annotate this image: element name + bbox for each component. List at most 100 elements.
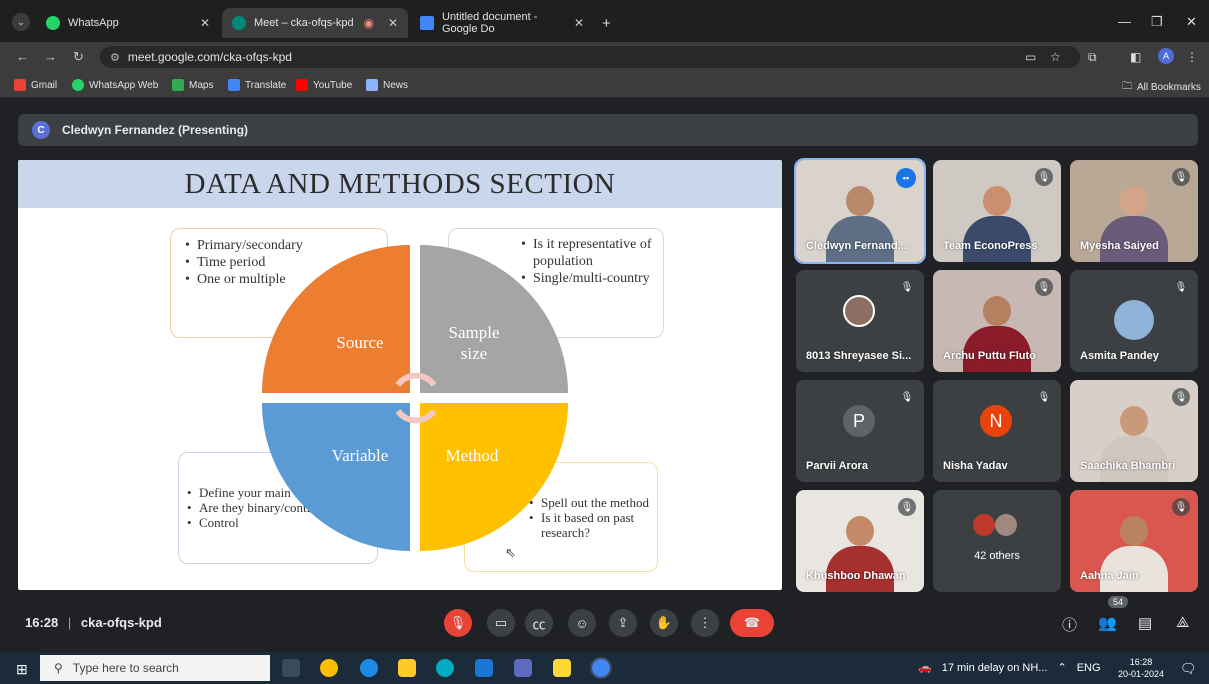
bookmark-news[interactable]: News	[366, 79, 408, 91]
tab-search-button[interactable]: ⌄	[12, 13, 30, 31]
participant-figure	[826, 216, 894, 262]
tab-whatsapp[interactable]: WhatsApp ✕	[36, 8, 220, 38]
slide-title: DATA AND METHODS SECTION	[184, 168, 616, 200]
close-icon[interactable]: ✕	[200, 16, 210, 30]
notification-icon[interactable]: 🗨	[1180, 661, 1197, 677]
bookmark-translate[interactable]: Translate	[228, 79, 286, 91]
mic-off-icon: 🎙	[1172, 498, 1190, 516]
participant-name: Saachika Bhambri	[1080, 460, 1176, 472]
participant-figure	[826, 546, 894, 592]
leave-call-button[interactable]: ☎	[730, 609, 774, 637]
file-explorer-icon[interactable]	[553, 659, 571, 677]
edge-icon[interactable]	[436, 659, 454, 677]
participant-name: Khushboo Dhawan	[806, 570, 906, 582]
participant-tile[interactable]: 🎙 Team EconoPress	[933, 160, 1061, 262]
chrome-icon[interactable]	[320, 659, 338, 677]
participant-tile[interactable]: 🎙 Myesha Saiyed	[1070, 160, 1198, 262]
reload-icon[interactable]: ↻	[73, 49, 84, 65]
mouse-cursor-icon: ⇖	[505, 545, 516, 560]
close-icon[interactable]: ✕	[388, 16, 398, 30]
side-panel-icon[interactable]: ◧	[1130, 50, 1141, 64]
participant-figure	[1100, 216, 1168, 262]
skype-icon[interactable]	[360, 659, 378, 677]
participant-tile[interactable]: 🎙 Khushboo Dhawan	[796, 490, 924, 592]
bookmark-star-icon[interactable]: ☆	[1050, 50, 1061, 64]
bookmark-youtube[interactable]: YouTube	[296, 79, 352, 91]
mic-off-icon: 🎙	[1035, 388, 1053, 406]
cycle-diagram	[262, 245, 568, 551]
info-icon[interactable]: ⓘ	[1062, 614, 1077, 635]
emoji-button[interactable]: ☺	[568, 609, 596, 637]
bookmark-gmail[interactable]: Gmail	[14, 79, 57, 91]
participant-figure	[983, 296, 1011, 326]
captions-button[interactable]: ㏄	[525, 609, 553, 637]
bookmark-whatsapp[interactable]: WhatsApp Web	[72, 79, 158, 91]
presenter-avatar: C	[32, 121, 50, 139]
address-bar[interactable]: ⚙ meet.google.com/cka-ofqs-kpd	[100, 46, 1080, 68]
source-quadrant	[262, 245, 410, 393]
participant-tile[interactable]: 🎙 Saachika Bhambri	[1070, 380, 1198, 482]
source-label: Source	[336, 333, 384, 352]
bookmarks-bar: Gmail WhatsApp Web Maps Translate YouTub…	[0, 72, 1209, 98]
tab-title: Meet – cka-ofqs-kpd	[254, 17, 354, 29]
participant-tile[interactable]: 🎙 Archu Puttu Fluto	[933, 270, 1061, 372]
variable-label: Variable	[331, 446, 389, 465]
presenting-label: Cledwyn Fernandez (Presenting)	[62, 123, 249, 137]
bookmark-maps[interactable]: Maps	[172, 79, 213, 91]
mic-off-icon: 🎙	[898, 388, 916, 406]
camera-indicator-icon[interactable]: ▭	[1025, 50, 1036, 64]
participant-tile[interactable]: 🎙 Aahna Jain	[1070, 490, 1198, 592]
menu-icon[interactable]: ⋮	[1186, 50, 1198, 64]
weather-text[interactable]: 17 min delay on NH...	[942, 662, 1048, 674]
mic-off-icon: 🎙	[1172, 168, 1190, 186]
bookmark-label: Translate	[245, 79, 287, 91]
participant-avatar	[995, 514, 1017, 536]
participant-name: 8013 Shreyasee Si...	[806, 350, 912, 362]
docs-icon	[420, 16, 434, 30]
profile-avatar[interactable]: A	[1158, 48, 1174, 64]
new-tab-button[interactable]: +	[602, 15, 611, 32]
app-icon[interactable]	[475, 659, 493, 677]
site-info-icon[interactable]: ⚙	[110, 51, 120, 64]
participant-name: Nisha Yadav	[943, 460, 1008, 472]
folder-icon: 🗀	[1122, 81, 1132, 92]
raise-hand-button[interactable]: ✋	[650, 609, 678, 637]
language-indicator[interactable]: ENG	[1077, 662, 1101, 674]
all-bookmarks[interactable]: 🗀 All Bookmarks	[1122, 79, 1201, 96]
participant-tile[interactable]: N 🎙 Nisha Yadav	[933, 380, 1061, 482]
tab-meet[interactable]: Meet – cka-ofqs-kpd ◉ ✕	[222, 8, 408, 38]
more-options-button[interactable]: ⋮	[691, 609, 719, 637]
back-icon[interactable]: ←	[16, 49, 29, 64]
chat-icon[interactable]: ▤	[1138, 614, 1152, 632]
restore-button[interactable]: ❐	[1151, 14, 1163, 30]
present-button[interactable]: ⇪	[609, 609, 637, 637]
activities-icon[interactable]: ⟁	[1176, 614, 1189, 631]
tab-docs[interactable]: Untitled document - Google Do ✕	[410, 8, 594, 38]
taskbar-search[interactable]: ⚲ Type here to search	[40, 655, 270, 681]
close-icon[interactable]: ✕	[574, 16, 584, 30]
participant-tile[interactable]: ▪▪ Cledwyn Fernand...	[794, 158, 926, 264]
forward-icon[interactable]: →	[44, 49, 57, 64]
participant-tile[interactable]: 🎙 Asmita Pandey	[1070, 270, 1198, 372]
participant-avatar	[973, 514, 995, 536]
people-count-badge: 54	[1108, 596, 1129, 608]
store-icon[interactable]	[398, 659, 416, 677]
task-view-icon[interactable]	[282, 659, 300, 677]
camera-button[interactable]: ▭	[487, 609, 515, 637]
mic-off-button[interactable]: 🎙	[444, 609, 472, 637]
extensions-icon[interactable]: ⧉	[1088, 50, 1097, 65]
people-icon[interactable]: 👥	[1098, 614, 1117, 632]
mic-off-icon: 🎙	[1035, 278, 1053, 296]
participant-tile[interactable]: 🎙 8013 Shreyasee Si...	[796, 270, 924, 372]
chevron-up-icon[interactable]: ⌃	[1057, 661, 1066, 674]
close-window-button[interactable]: ✕	[1186, 14, 1197, 30]
participant-name: Aahna Jain	[1080, 570, 1139, 582]
sample-label: size	[460, 344, 488, 363]
minimize-button[interactable]: —	[1118, 14, 1131, 29]
participant-tile[interactable]: P 🎙 Parvii Arora	[796, 380, 924, 482]
teams-icon[interactable]	[514, 659, 532, 677]
clock[interactable]: 16:28 20-01-2024	[1118, 656, 1164, 680]
chrome-active-icon[interactable]	[590, 657, 612, 679]
others-tile[interactable]: 42 others	[933, 490, 1061, 592]
windows-start-icon[interactable]: ⊞	[16, 661, 28, 678]
